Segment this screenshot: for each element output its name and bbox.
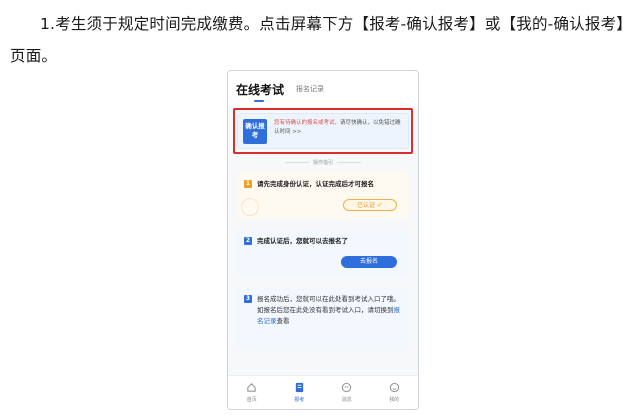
top-bar: 在线考试 报名记录: [228, 71, 418, 107]
confirm-notice-text: 您有待确认的报名或考试，请尽快确认，以免错过确认时间 >>: [274, 119, 406, 137]
nav-message[interactable]: 消息: [323, 376, 371, 409]
nav-profile-label: 我的: [389, 397, 400, 403]
bottom-nav: 首页 报考 消息 我的: [228, 375, 418, 409]
home-icon: [247, 383, 256, 392]
step-3-icon: 3: [244, 295, 252, 303]
confirm-registration-card[interactable]: 确认报考 您有待确认的报名或考试，请尽快确认，以免错过确认时间 >>: [237, 113, 409, 149]
active-tab-indicator: [254, 100, 264, 102]
step-card-register: 2 完成认证后，您就可以去报名了 去报名: [237, 229, 409, 276]
step-2-text: 完成认证后，您就可以去报名了: [257, 237, 348, 245]
nav-home-label: 首页: [246, 397, 257, 403]
confirm-notice-highlight: 您有待确认的报名或考试，: [274, 120, 341, 126]
exam-icon: [295, 382, 303, 393]
phone-screenshot: 在线考试 报名记录 确认报考 您有待确认的报名或考试，请尽快确认，以免错过确认时…: [227, 70, 419, 410]
verified-label: 已认证: [357, 202, 376, 209]
verified-button[interactable]: 已认证 ✓: [343, 199, 397, 211]
tab-registration-records[interactable]: 报名记录: [296, 84, 324, 94]
instruction-paragraph: 1.考生须于规定时间完成缴费。点击屏幕下方【报考-确认报考】或【我的-确认报考】…: [10, 15, 632, 65]
step-2-icon: 2: [244, 237, 252, 245]
step-card-verify: 1 请先完成身份认证，认证完成后才可报名 已认证 ✓: [237, 172, 409, 219]
decoration-circle: [241, 198, 259, 216]
operation-guide-label: 操作指引: [228, 159, 418, 166]
nav-exam-label: 报考: [294, 397, 305, 403]
step-3-text: 报名成功后，您就可以在此处看到考试入口了哦。如报名后您在此处没有看到考试入口，请…: [257, 294, 403, 327]
step-1-icon: 1: [244, 180, 252, 188]
nav-exam[interactable]: 报考: [276, 376, 324, 409]
step-3-text-after: 查看: [276, 317, 290, 325]
step-card-exam-entry: 3 报名成功后，您就可以在此处看到考试入口了哦。如报名后您在此处没有看到考试入口…: [237, 287, 409, 349]
nav-profile[interactable]: 我的: [371, 376, 419, 409]
step-1-text: 请先完成身份认证，认证完成后才可报名: [257, 180, 374, 188]
go-register-button[interactable]: 去报名: [341, 256, 397, 268]
confirm-badge: 确认报考: [243, 119, 267, 144]
tab-online-exam[interactable]: 在线考试: [236, 81, 284, 98]
nav-home[interactable]: 首页: [228, 376, 276, 409]
nav-message-label: 消息: [341, 397, 352, 403]
check-icon: ✓: [377, 201, 383, 209]
step-3-text-before: 报名成功后，您就可以在此处看到考试入口了哦。如报名后您在此处没有看到考试入口，请…: [257, 295, 400, 314]
message-icon: [342, 382, 352, 393]
profile-icon: [389, 382, 399, 393]
